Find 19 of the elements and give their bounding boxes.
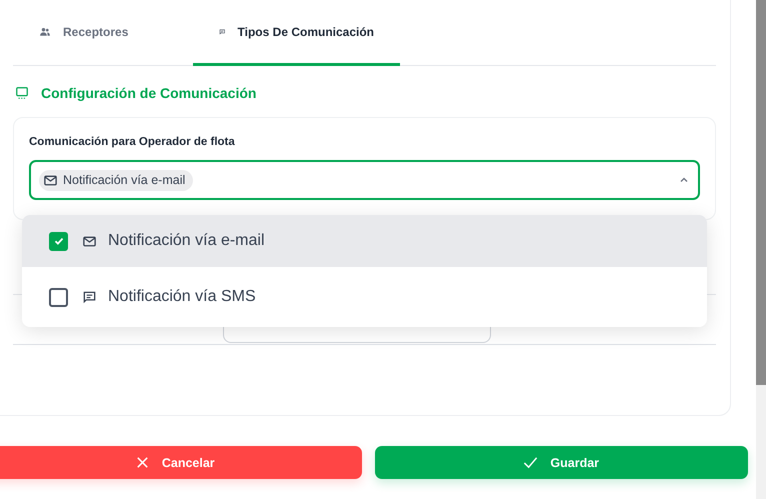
checkbox[interactable] xyxy=(49,288,68,306)
people-icon xyxy=(39,26,51,38)
dropdown-option[interactable]: Notificación vía SMS xyxy=(22,267,707,327)
check-icon xyxy=(52,235,64,247)
monitor-icon xyxy=(15,86,29,100)
section-title: Configuración de Comunicación xyxy=(41,85,256,101)
field-label: Comunicación para Operador de flota xyxy=(29,136,236,148)
tab[interactable]: Receptores xyxy=(13,0,193,66)
checkbox[interactable] xyxy=(49,232,68,250)
mail-icon xyxy=(82,234,97,248)
check-icon xyxy=(523,455,538,470)
scrollbar[interactable] xyxy=(756,0,766,499)
dropdown-option[interactable]: Notificación vía e-mail xyxy=(22,215,707,267)
chat-icon xyxy=(82,290,97,304)
selected-chip: Notificación vía e-mail xyxy=(39,170,194,190)
tab[interactable]: Tipos De Comunicación xyxy=(193,0,400,66)
close-icon xyxy=(134,455,150,470)
mail-icon xyxy=(43,172,58,188)
select-field[interactable]: Notificación vía e-mail xyxy=(29,160,700,200)
